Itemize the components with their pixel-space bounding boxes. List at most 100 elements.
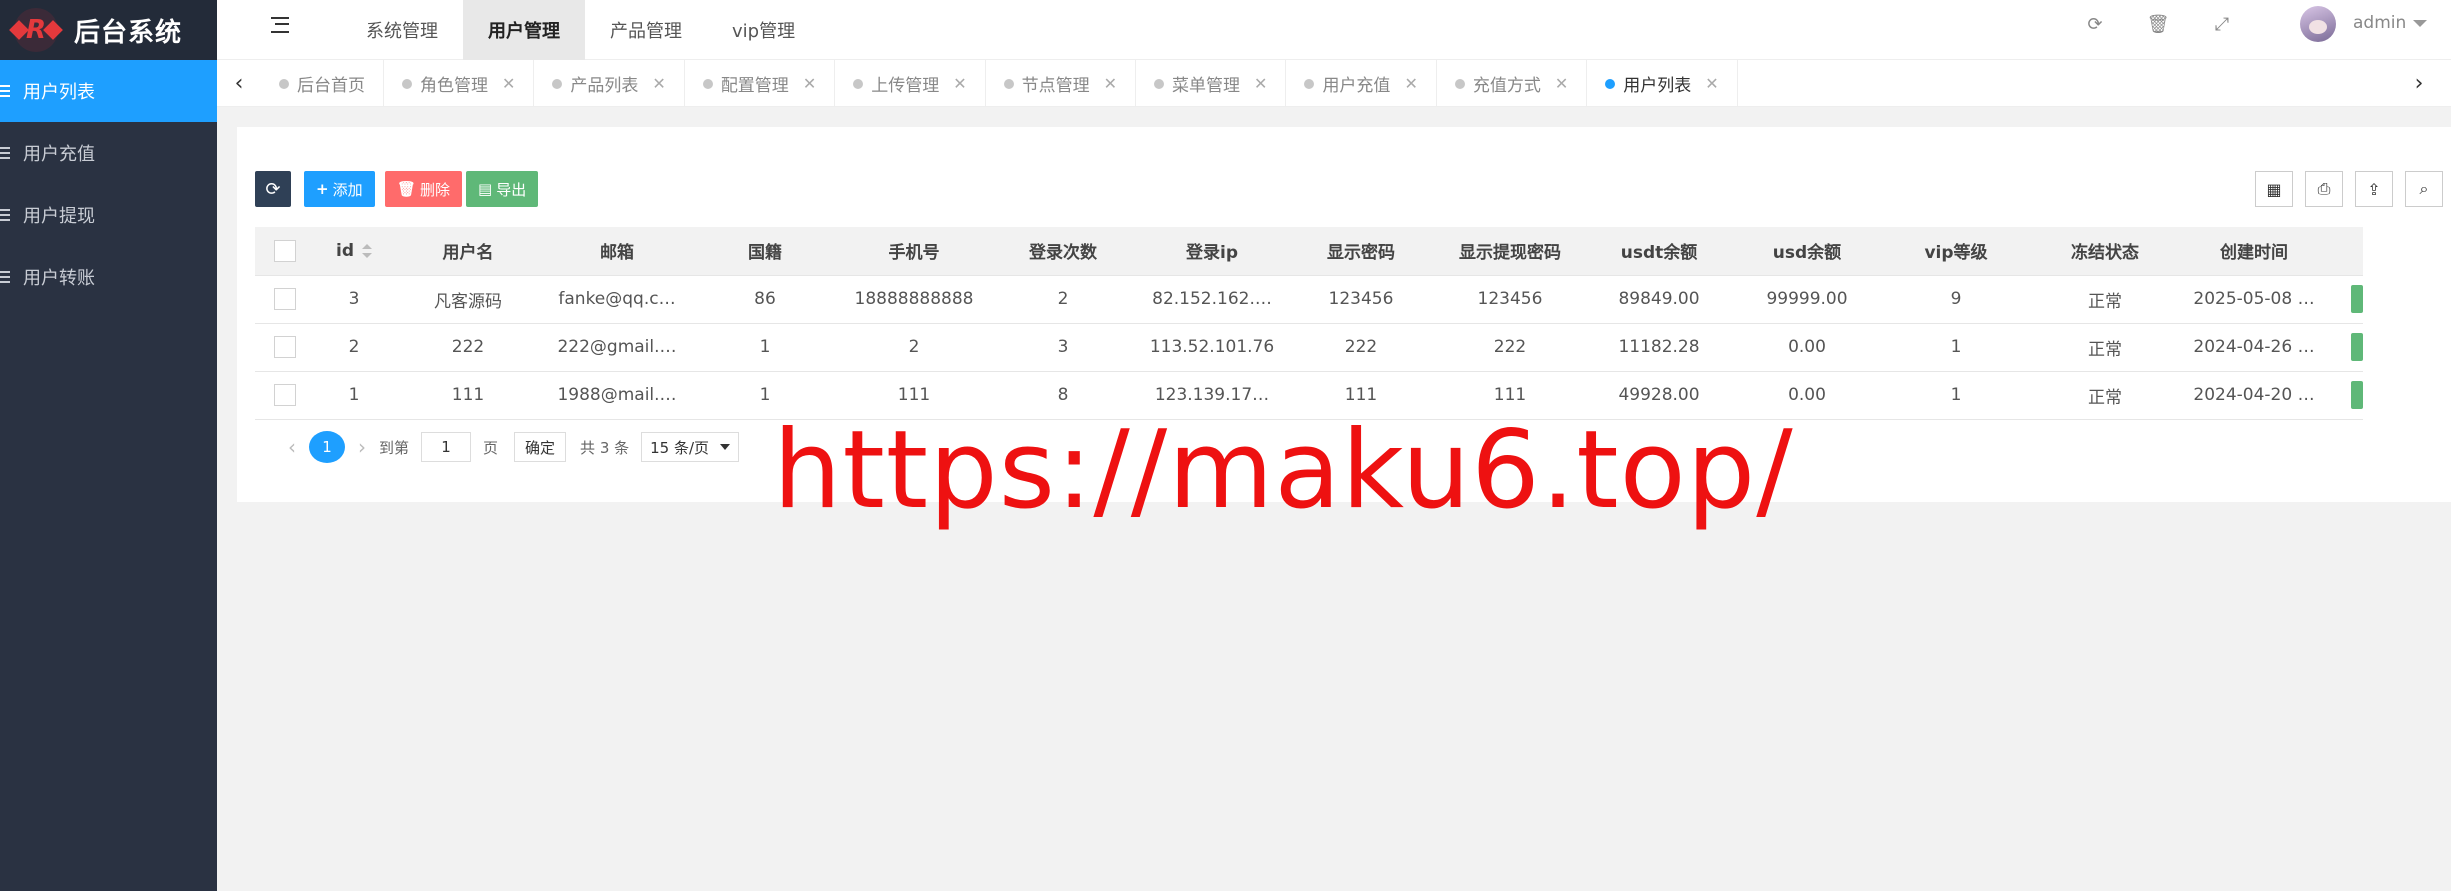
refresh-icon[interactable]: ⟳: [2084, 13, 2106, 35]
next-page-icon[interactable]: ›: [345, 435, 379, 459]
table-row[interactable]: 2 222 222@gmail.… 1 2 3 113.52.101.76 222 222 111…: [255, 323, 2363, 372]
tab-scroll-left-icon[interactable]: ‹: [217, 60, 261, 107]
chevron-down-icon[interactable]: [2413, 20, 2427, 27]
action-cell: [2329, 275, 2363, 324]
table-cell: 3: [989, 323, 1137, 372]
table-cell: 89849.00: [1585, 275, 1733, 324]
top-menu-item[interactable]: 系统管理: [341, 0, 463, 60]
menu-toggle-icon[interactable]: [271, 17, 289, 33]
tab[interactable]: 角色管理 ✕: [384, 60, 535, 107]
tab[interactable]: 配置管理 ✕: [685, 60, 836, 107]
close-icon[interactable]: ✕: [1254, 74, 1267, 93]
page-size-select[interactable]: 15 条/页: [641, 432, 740, 462]
plus-icon: +: [316, 180, 329, 198]
top-menu-item[interactable]: 产品管理: [585, 0, 707, 60]
table-cell: 2025-05-08 …: [2179, 275, 2329, 324]
tab[interactable]: 后台首页: [261, 60, 384, 107]
tab[interactable]: 用户充值 ✕: [1286, 60, 1437, 107]
sidebar-item[interactable]: 用户转账: [0, 246, 217, 308]
sidebar-item[interactable]: 用户提现: [0, 184, 217, 246]
close-icon[interactable]: ✕: [1404, 74, 1417, 93]
total-count: 共 3 条: [580, 438, 630, 457]
sidebar-item-label: 用户转账: [23, 268, 95, 289]
tab-label: 充值方式: [1472, 76, 1541, 96]
table-cell: 3: [315, 275, 393, 324]
fullscreen-icon[interactable]: ⤢: [2211, 13, 2233, 35]
select-all-checkbox[interactable]: [274, 239, 296, 262]
tab-bar: ‹ 后台首页 角色管理 ✕ 产品列表 ✕ 配置管理 ✕ 上传管理 ✕ 节点管理 ✕ 菜单管理 ✕ 用户充值…: [217, 60, 2451, 107]
columns-filter-button[interactable]: ▦: [2255, 171, 2293, 207]
tab[interactable]: 用户列表 ✕: [1587, 60, 1738, 107]
trash-icon[interactable]: 🗑: [2147, 13, 2170, 35]
column-header: 显示提现密码: [1435, 227, 1585, 276]
close-icon[interactable]: ✕: [652, 74, 665, 93]
refresh-button[interactable]: ⟳: [255, 171, 291, 207]
action-cell: [2329, 371, 2363, 420]
tab-label: 用户列表: [1623, 76, 1692, 96]
delete-button[interactable]: 🗑 删除: [385, 171, 463, 207]
row-checkbox-cell: [255, 323, 315, 372]
tab[interactable]: 上传管理 ✕: [835, 60, 986, 107]
action-button[interactable]: [2351, 333, 2363, 361]
table-cell: 1: [1881, 323, 2031, 372]
top-menu-item[interactable]: 用户管理: [463, 0, 585, 60]
column-header: 冻结状态: [2031, 227, 2179, 276]
table-row[interactable]: 3 凡客源码 fanke@qq.c… 86 18888888888 2 82.152.162…: [255, 275, 2363, 324]
top-menu: 系统管理 用户管理 产品管理 vip管理: [341, 0, 820, 60]
tab-scroll-right-icon[interactable]: ›: [2397, 60, 2441, 107]
add-button[interactable]: + 添加: [304, 171, 375, 207]
table-cell: 222: [1435, 323, 1585, 372]
row-checkbox[interactable]: [274, 288, 296, 310]
tab[interactable]: 菜单管理 ✕: [1136, 60, 1287, 107]
close-icon[interactable]: ✕: [803, 74, 816, 93]
tab-label: 用户充值: [1322, 76, 1391, 96]
top-menu-item[interactable]: vip管理: [707, 0, 820, 60]
action-button[interactable]: [2351, 285, 2363, 313]
table-header: id 用户名 邮箱 国籍 手机号 登录次数 登录ip 显示密码 显示提现密码 usdt余额 usd余…: [255, 227, 2363, 276]
export-button[interactable]: ▤ 导出: [466, 171, 539, 207]
print-icon: ⎙: [2317, 179, 2331, 198]
row-checkbox[interactable]: [274, 336, 296, 358]
row-checkbox[interactable]: [274, 384, 296, 406]
table-cell: 9: [1881, 275, 2031, 324]
close-icon[interactable]: ✕: [1104, 74, 1117, 93]
sidebar-item-label: 用户充值: [23, 144, 95, 165]
close-icon[interactable]: ✕: [953, 74, 966, 93]
table-cell: 2: [315, 323, 393, 372]
sidebar-item[interactable]: 用户充值: [0, 122, 217, 184]
sidebar-item[interactable]: 用户列表: [0, 60, 217, 122]
dot-icon: [702, 78, 713, 89]
sort-icon[interactable]: [362, 243, 372, 258]
tab[interactable]: 节点管理 ✕: [986, 60, 1137, 107]
username[interactable]: admin: [2353, 13, 2406, 33]
row-checkbox-cell: [255, 275, 315, 324]
export-table-button[interactable]: ⇪: [2355, 171, 2393, 207]
action-button[interactable]: [2351, 381, 2363, 409]
watermark-text: https://maku6.top/: [773, 408, 1794, 533]
column-header: [2329, 227, 2363, 276]
page-current[interactable]: 1: [309, 431, 345, 463]
close-icon[interactable]: ✕: [502, 74, 515, 93]
column-header[interactable]: id: [315, 227, 393, 276]
close-icon[interactable]: ✕: [1555, 74, 1568, 93]
avatar[interactable]: [2300, 6, 2336, 42]
dot-icon: [1003, 78, 1014, 89]
prev-page-icon[interactable]: ‹: [275, 435, 309, 459]
tab[interactable]: 产品列表 ✕: [534, 60, 685, 107]
goto-confirm-button[interactable]: 确定: [514, 432, 567, 462]
goto-page-input[interactable]: 1: [421, 432, 472, 462]
logo[interactable]: R 后台系统: [0, 0, 217, 60]
column-header: usdt余额: [1585, 227, 1733, 276]
dot-icon: [1605, 78, 1616, 89]
close-icon[interactable]: ✕: [1705, 74, 1718, 93]
export-icon: ⇪: [2367, 179, 2381, 199]
search-button[interactable]: ⌕: [2405, 171, 2443, 207]
app-root: R 后台系统 用户列表 用户充值 用户提现 用户转账 系统管理 用户管理 产品管理 vip管…: [0, 0, 2451, 891]
tab[interactable]: 充值方式 ✕: [1437, 60, 1588, 107]
dot-icon: [552, 78, 563, 89]
table-cell: 18888888888: [839, 275, 989, 324]
table-cell: 222: [1287, 323, 1435, 372]
table-cell: fanke@qq.c…: [543, 275, 691, 324]
dot-icon: [1454, 78, 1465, 89]
print-button[interactable]: ⎙: [2305, 171, 2343, 207]
